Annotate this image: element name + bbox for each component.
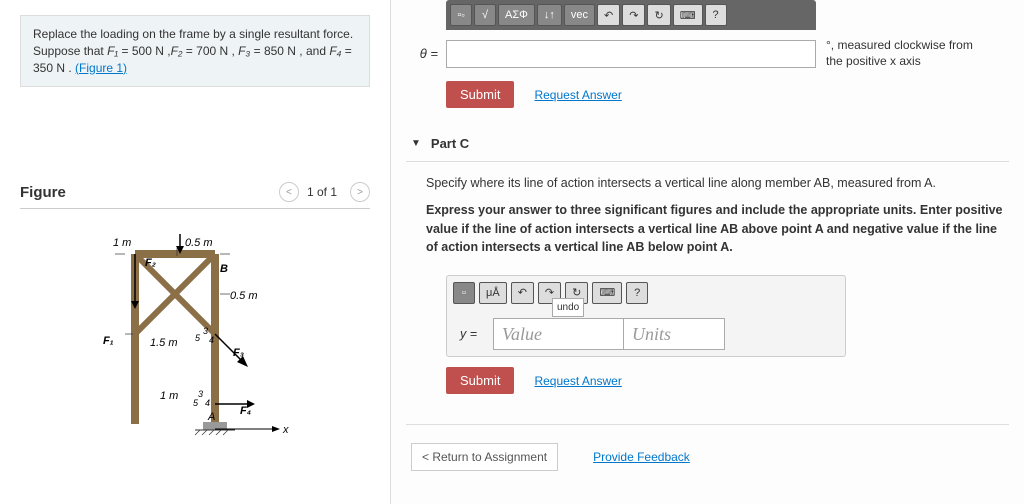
figure-prev-button[interactable]: < (279, 182, 299, 202)
svg-text:5: 5 (195, 333, 201, 343)
keyboard-icon[interactable]: ⌨ (673, 4, 703, 26)
units-input[interactable]: Units (624, 319, 724, 349)
redo-icon[interactable]: ↷ (622, 4, 645, 26)
svg-text:x: x (282, 424, 289, 436)
ua-button[interactable]: μÅ (479, 282, 507, 304)
svg-text:F₃: F₃ (233, 347, 244, 359)
collapse-icon: ▼ (411, 138, 421, 149)
updown-icon[interactable]: ↓↑ (537, 4, 562, 26)
refresh-icon[interactable]: ↻ (647, 4, 670, 26)
figure-next-button[interactable]: > (350, 182, 370, 202)
return-button[interactable]: < Return to Assignment (411, 443, 558, 471)
request-answer-c[interactable]: Request Answer (534, 372, 621, 390)
svg-text:1 m: 1 m (160, 390, 178, 402)
submit-button-c[interactable]: Submit (446, 367, 514, 394)
partc-description: Specify where its line of action interse… (426, 174, 1004, 193)
svg-text:0.5 m: 0.5 m (230, 290, 258, 302)
vec-button[interactable]: vec (564, 4, 595, 26)
partc-instructions: Express your answer to three significant… (426, 201, 1004, 257)
greek-button[interactable]: ΑΣΦ (498, 4, 535, 26)
theta-label: θ = (406, 46, 446, 61)
svg-text:A: A (207, 411, 215, 423)
sqrt-icon[interactable]: √ (474, 4, 496, 26)
figure-nav-text: 1 of 1 (307, 185, 337, 199)
undo-tooltip: undo (552, 298, 584, 317)
undo-icon[interactable]: ↶ (597, 4, 620, 26)
svg-text:F₂: F₂ (145, 257, 156, 269)
partb-toolbar: ▫▫ √ ΑΣΦ ↓↑ vec ↶ ↷ ↻ ⌨ ? (446, 0, 816, 30)
y-label: y = (455, 325, 485, 344)
figure-diagram: 1 m0.5 m F₂B 0.5 m F₁1.5 m 345 F₃ 1 m 34… (20, 234, 370, 469)
theta-input[interactable] (446, 40, 816, 68)
svg-text:1.5 m: 1.5 m (150, 337, 178, 349)
theta-unit: °, measured clockwise from the positive … (826, 38, 986, 69)
svg-text:F₁: F₁ (103, 335, 114, 347)
figure-title: Figure (20, 184, 274, 201)
value-input[interactable]: Value (494, 319, 624, 349)
figure-link[interactable]: (Figure 1) (75, 61, 127, 75)
keyboard2-icon[interactable]: ⌨ (592, 282, 622, 304)
svg-text:0.5 m: 0.5 m (185, 237, 213, 249)
svg-text:4: 4 (205, 398, 210, 408)
undo2-icon[interactable]: ↶ (511, 282, 534, 304)
svg-text:5: 5 (193, 398, 199, 408)
request-answer-b[interactable]: Request Answer (534, 88, 621, 102)
svg-text:1 m: 1 m (113, 237, 131, 249)
svg-text:F₄: F₄ (240, 405, 251, 417)
svg-text:3: 3 (203, 326, 208, 336)
template-icon[interactable]: ▫▫ (450, 4, 472, 26)
help2-button[interactable]: ? (626, 282, 648, 304)
problem-statement: Replace the loading on the frame by a si… (20, 15, 370, 87)
help-button[interactable]: ? (705, 4, 727, 26)
partc-header[interactable]: ▼ Part C (406, 126, 1009, 162)
svg-text:3: 3 (198, 389, 203, 399)
submit-button-b[interactable]: Submit (446, 81, 514, 108)
svg-text:B: B (220, 263, 228, 275)
svg-text:4: 4 (209, 335, 214, 345)
provide-feedback-link[interactable]: Provide Feedback (593, 450, 690, 464)
template2-icon[interactable]: ▫ (453, 282, 475, 304)
